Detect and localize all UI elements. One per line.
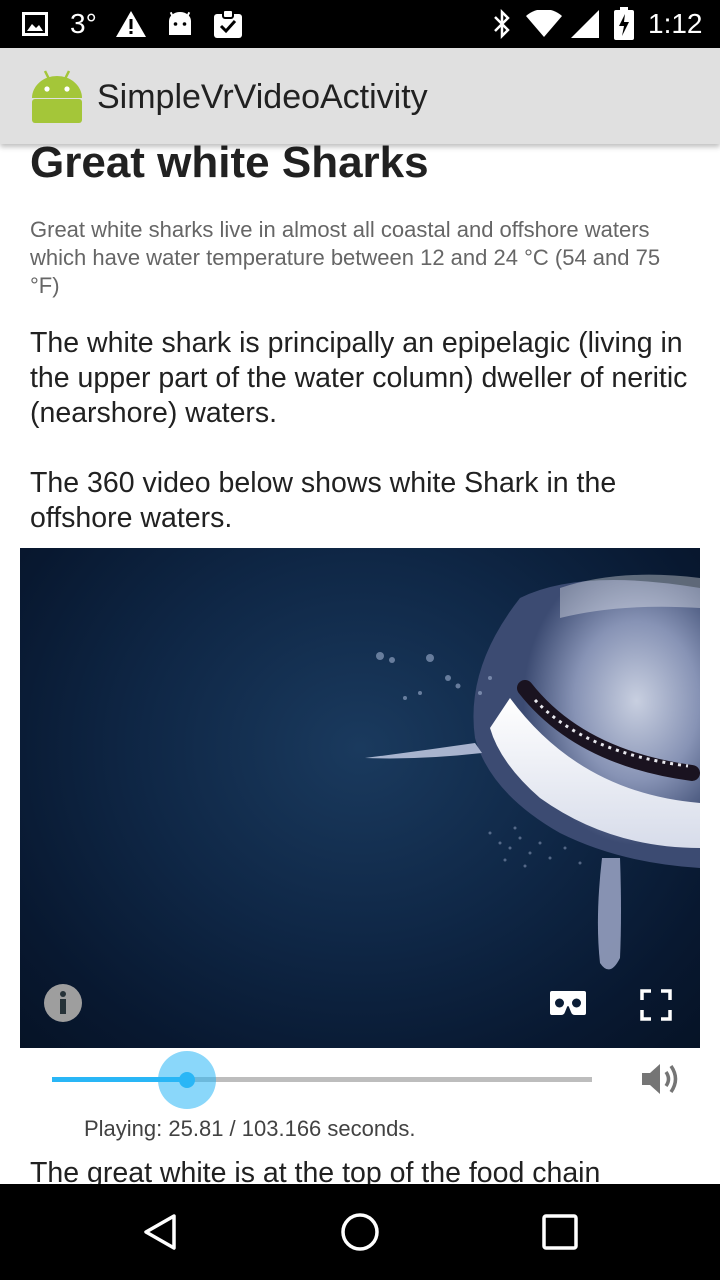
warning-icon — [115, 0, 147, 48]
image-icon — [22, 0, 48, 48]
seek-bar[interactable] — [52, 1077, 592, 1082]
article-subtext: Great white sharks live in almost all co… — [30, 217, 661, 298]
cardboard-vr-icon[interactable] — [548, 988, 588, 1018]
android-logo-icon — [30, 68, 84, 129]
article-paragraph: The white shark is principally an epipel… — [30, 327, 688, 429]
temperature-text: 3° — [70, 8, 97, 39]
android-icon — [167, 0, 193, 48]
wifi-icon — [525, 0, 563, 48]
info-icon[interactable] — [42, 982, 84, 1024]
clock: 1:12 — [648, 8, 703, 39]
bluetooth-icon — [492, 0, 512, 48]
volume-icon[interactable] — [638, 1059, 688, 1101]
shark-video-frame — [365, 574, 700, 970]
status-bar: 3° 1:12 — [0, 0, 720, 48]
article-content[interactable]: Great white Sharks Great white sharks li… — [0, 144, 720, 1184]
app-title: SimpleVrVideoActivity — [97, 78, 428, 116]
playback-status: Playing: 25.81 / 103.166 seconds. — [84, 1116, 416, 1141]
clipboard-check-icon — [213, 0, 243, 48]
article-paragraph: The great white is at the top of the foo… — [30, 1157, 601, 1184]
home-icon[interactable] — [336, 1208, 384, 1256]
navigation-bar — [0, 1184, 720, 1280]
page-title: Great white Sharks — [30, 144, 429, 187]
screen: 3° 1:12 SimpleVrVideoActivity Great whit… — [0, 0, 720, 1280]
battery-charging-icon — [613, 0, 635, 48]
signal-icon — [570, 0, 600, 48]
back-icon[interactable] — [136, 1208, 184, 1256]
fullscreen-icon[interactable] — [639, 988, 673, 1022]
recents-icon[interactable] — [536, 1208, 584, 1256]
app-bar: SimpleVrVideoActivity — [0, 48, 720, 144]
seek-thumb[interactable] — [179, 1072, 196, 1088]
vr-video-view[interactable] — [20, 548, 700, 1048]
article-paragraph: The 360 video below shows white Shark in… — [30, 467, 617, 534]
